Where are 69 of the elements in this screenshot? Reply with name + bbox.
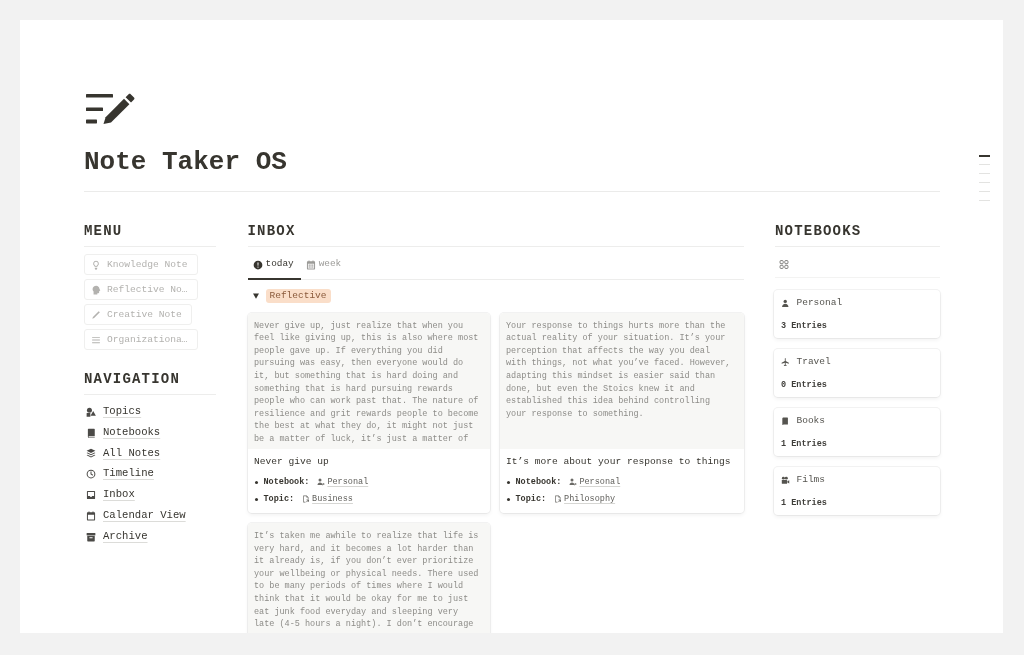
calendar-icon xyxy=(305,259,316,270)
video-camera-icon xyxy=(781,475,790,485)
notebook-name: Films xyxy=(796,473,825,487)
head-icon xyxy=(91,284,101,295)
notebook-name: Books xyxy=(796,414,825,428)
note-card[interactable] xyxy=(247,313,490,514)
bullet-icon xyxy=(255,480,258,484)
entry-count: 0 Entries xyxy=(781,378,827,391)
lightbulb-icon xyxy=(91,259,101,270)
airplane-icon xyxy=(781,357,790,367)
clock-icon xyxy=(86,469,96,480)
nav-link[interactable]: Calendar View xyxy=(84,505,186,527)
notebook-name: Travel xyxy=(796,355,831,369)
notes-pencil-icon xyxy=(85,93,135,125)
person-icon xyxy=(781,298,790,308)
notebook-card[interactable]: Films 1 Entries xyxy=(774,467,940,515)
notebook-name: Personal xyxy=(796,296,843,310)
note-title: Never give up xyxy=(254,455,329,469)
document-icon xyxy=(554,495,563,504)
nav-link[interactable]: Timeline xyxy=(84,463,154,485)
document-icon xyxy=(302,495,311,504)
pencil-icon xyxy=(91,309,101,320)
view-tab[interactable]: today xyxy=(247,247,301,280)
nav-link[interactable]: All Notes xyxy=(84,443,161,464)
note-preview-text: It’s taken me awhile to realize that life is very hard, and it becomes a lot harder than it already is, if you don’t ever prioritize your wellbeing or physical needs. There used to be many periods of times where I would think that it would be okay for me to just eat junk food everyday and sleeping very late (4-5 hours a night). I don’t encourage xyxy=(254,530,480,631)
note-title: It’s more about your response to things xyxy=(506,455,731,469)
entry-count: 1 Entries xyxy=(781,437,827,450)
note-preview-text: Your response to things hurts more than the actual reality of your situation. It’s your perception that affects the way you deal with things, not what you’ve faced. However, adapting this mindset is easier said than done, but even the Stoics knew it and established this idea behind controlling your response to something. xyxy=(506,319,732,421)
relation-link[interactable]: Business xyxy=(312,492,353,506)
shapes-icon xyxy=(86,406,96,417)
page-title: Note Taker OS xyxy=(84,146,287,178)
archive-box-icon xyxy=(86,531,96,542)
section-heading: MENU xyxy=(84,223,123,239)
note-card[interactable] xyxy=(499,313,744,514)
grid-icon[interactable] xyxy=(779,260,789,269)
nav-link[interactable]: Inbox xyxy=(84,484,135,506)
section-heading: INBOX xyxy=(247,223,296,239)
nav-link[interactable]: Notebooks xyxy=(84,422,161,444)
section-heading: NAVIGATION xyxy=(84,371,180,387)
property-label: Notebook: xyxy=(515,475,562,489)
person-icon xyxy=(317,478,326,487)
notebook-card[interactable]: Books 1 Entries xyxy=(774,408,940,456)
bullet-icon xyxy=(507,480,510,484)
layers-icon xyxy=(86,448,96,459)
calendar-icon xyxy=(86,510,96,521)
property-label: Notebook: xyxy=(263,475,310,489)
notebook-card[interactable]: Travel 0 Entries xyxy=(774,349,940,397)
bullet-icon xyxy=(507,497,510,501)
book-icon xyxy=(86,427,96,438)
person-icon xyxy=(569,478,578,487)
inbox-tray-icon xyxy=(86,490,96,501)
lines-icon xyxy=(91,334,101,345)
property-label: Topic: xyxy=(263,492,295,506)
caret-down-icon[interactable] xyxy=(252,292,259,299)
property-label: Topic: xyxy=(515,492,547,506)
section-heading: NOTEBOOKS xyxy=(775,223,862,239)
nav-link[interactable]: Topics xyxy=(84,401,142,423)
nav-link[interactable]: Archive xyxy=(84,526,148,548)
relation-link[interactable]: Personal xyxy=(327,475,369,489)
group-tag: Reflective xyxy=(265,288,331,303)
relation-link[interactable]: Philosophy xyxy=(564,492,616,506)
book-icon xyxy=(781,416,790,426)
entry-count: 3 Entries xyxy=(781,319,827,332)
page-outline-icon xyxy=(979,155,990,202)
bullet-icon xyxy=(255,497,258,501)
entry-count: 1 Entries xyxy=(781,496,827,509)
notebook-card[interactable]: Personal 3 Entries xyxy=(774,290,940,338)
note-preview-text: Never give up, just realize that when you feel like giving up, this is also where most people gave up. If everything you did pursuing was easy, then everyone would do it, but something that is hard doing and something that is hard pursuing rewards people who can work past that. The nature of resilience and grit rewards people to become the best at what they do, it might not just be a matter of luck, it’s just a matter of xyxy=(254,319,480,446)
relation-link[interactable]: Personal xyxy=(579,475,621,489)
